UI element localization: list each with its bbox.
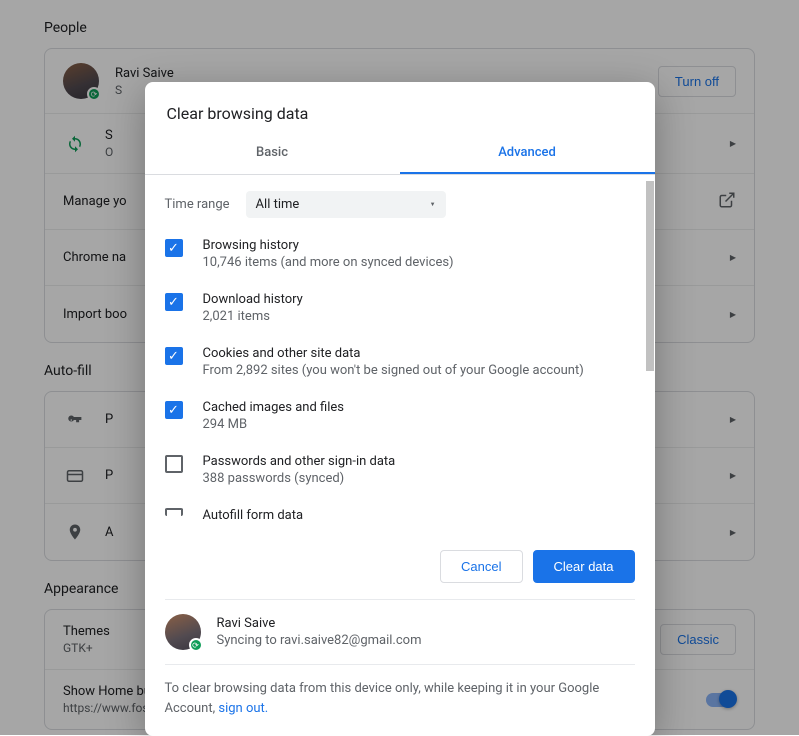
checkbox-browsing-history[interactable]: ✓ xyxy=(165,239,183,257)
dialog-footer: ⟳ Ravi Saive Syncing to ravi.saive82@gma… xyxy=(165,599,635,736)
option-title: Cached images and files xyxy=(203,400,635,415)
footer-divider xyxy=(165,664,635,665)
time-range-select[interactable]: All time ▼ xyxy=(246,191,446,218)
sync-badge-icon: ⟳ xyxy=(189,638,203,652)
checkbox-passwords[interactable] xyxy=(165,455,183,473)
chevron-down-icon: ▼ xyxy=(430,201,436,208)
dialog-tabs: Basic Advanced xyxy=(145,133,655,175)
clear-browsing-data-dialog: Clear browsing data Basic Advanced Time … xyxy=(145,82,655,736)
tab-basic[interactable]: Basic xyxy=(145,133,400,174)
time-range-value: All time xyxy=(256,197,300,212)
option-cookies[interactable]: ✓ Cookies and other site data From 2,892… xyxy=(165,346,635,378)
checkbox-cookies[interactable]: ✓ xyxy=(165,347,183,365)
option-sub: 388 passwords (synced) xyxy=(203,471,635,486)
footer-name: Ravi Saive xyxy=(217,616,422,631)
time-range-row: Time range All time ▼ xyxy=(165,191,635,218)
footer-note: To clear browsing data from this device … xyxy=(165,679,635,718)
sign-out-link[interactable]: sign out. xyxy=(218,701,268,716)
time-range-label: Time range xyxy=(165,197,230,212)
option-title: Autofill form data xyxy=(203,508,635,523)
option-sub: From 2,892 sites (you won't be signed ou… xyxy=(203,363,635,378)
clear-data-button[interactable]: Clear data xyxy=(533,550,635,583)
option-title: Cookies and other site data xyxy=(203,346,635,361)
dialog-body: Time range All time ▼ ✓ Browsing history… xyxy=(145,175,655,526)
option-passwords[interactable]: Passwords and other sign-in data 388 pas… xyxy=(165,454,635,486)
option-browsing-history[interactable]: ✓ Browsing history 10,746 items (and mor… xyxy=(165,238,635,270)
option-download-history[interactable]: ✓ Download history 2,021 items xyxy=(165,292,635,324)
scrollbar-thumb[interactable] xyxy=(646,181,654,371)
cancel-button[interactable]: Cancel xyxy=(440,550,522,583)
option-autofill[interactable]: Autofill form data xyxy=(165,508,635,526)
tab-advanced[interactable]: Advanced xyxy=(400,133,655,174)
dialog-actions: Cancel Clear data xyxy=(145,526,655,599)
option-sub: 2,021 items xyxy=(203,309,635,324)
footer-profile: ⟳ Ravi Saive Syncing to ravi.saive82@gma… xyxy=(165,614,635,650)
footer-sync: Syncing to ravi.saive82@gmail.com xyxy=(217,633,422,648)
checkbox-cached[interactable]: ✓ xyxy=(165,401,183,419)
checkbox-download-history[interactable]: ✓ xyxy=(165,293,183,311)
option-title: Browsing history xyxy=(203,238,635,253)
option-cached[interactable]: ✓ Cached images and files 294 MB xyxy=(165,400,635,432)
dialog-title: Clear browsing data xyxy=(145,82,655,133)
option-sub: 10,746 items (and more on synced devices… xyxy=(203,255,635,270)
option-title: Passwords and other sign-in data xyxy=(203,454,635,469)
checkbox-autofill[interactable] xyxy=(165,508,183,516)
option-sub: 294 MB xyxy=(203,417,635,432)
option-title: Download history xyxy=(203,292,635,307)
avatar: ⟳ xyxy=(165,614,201,650)
